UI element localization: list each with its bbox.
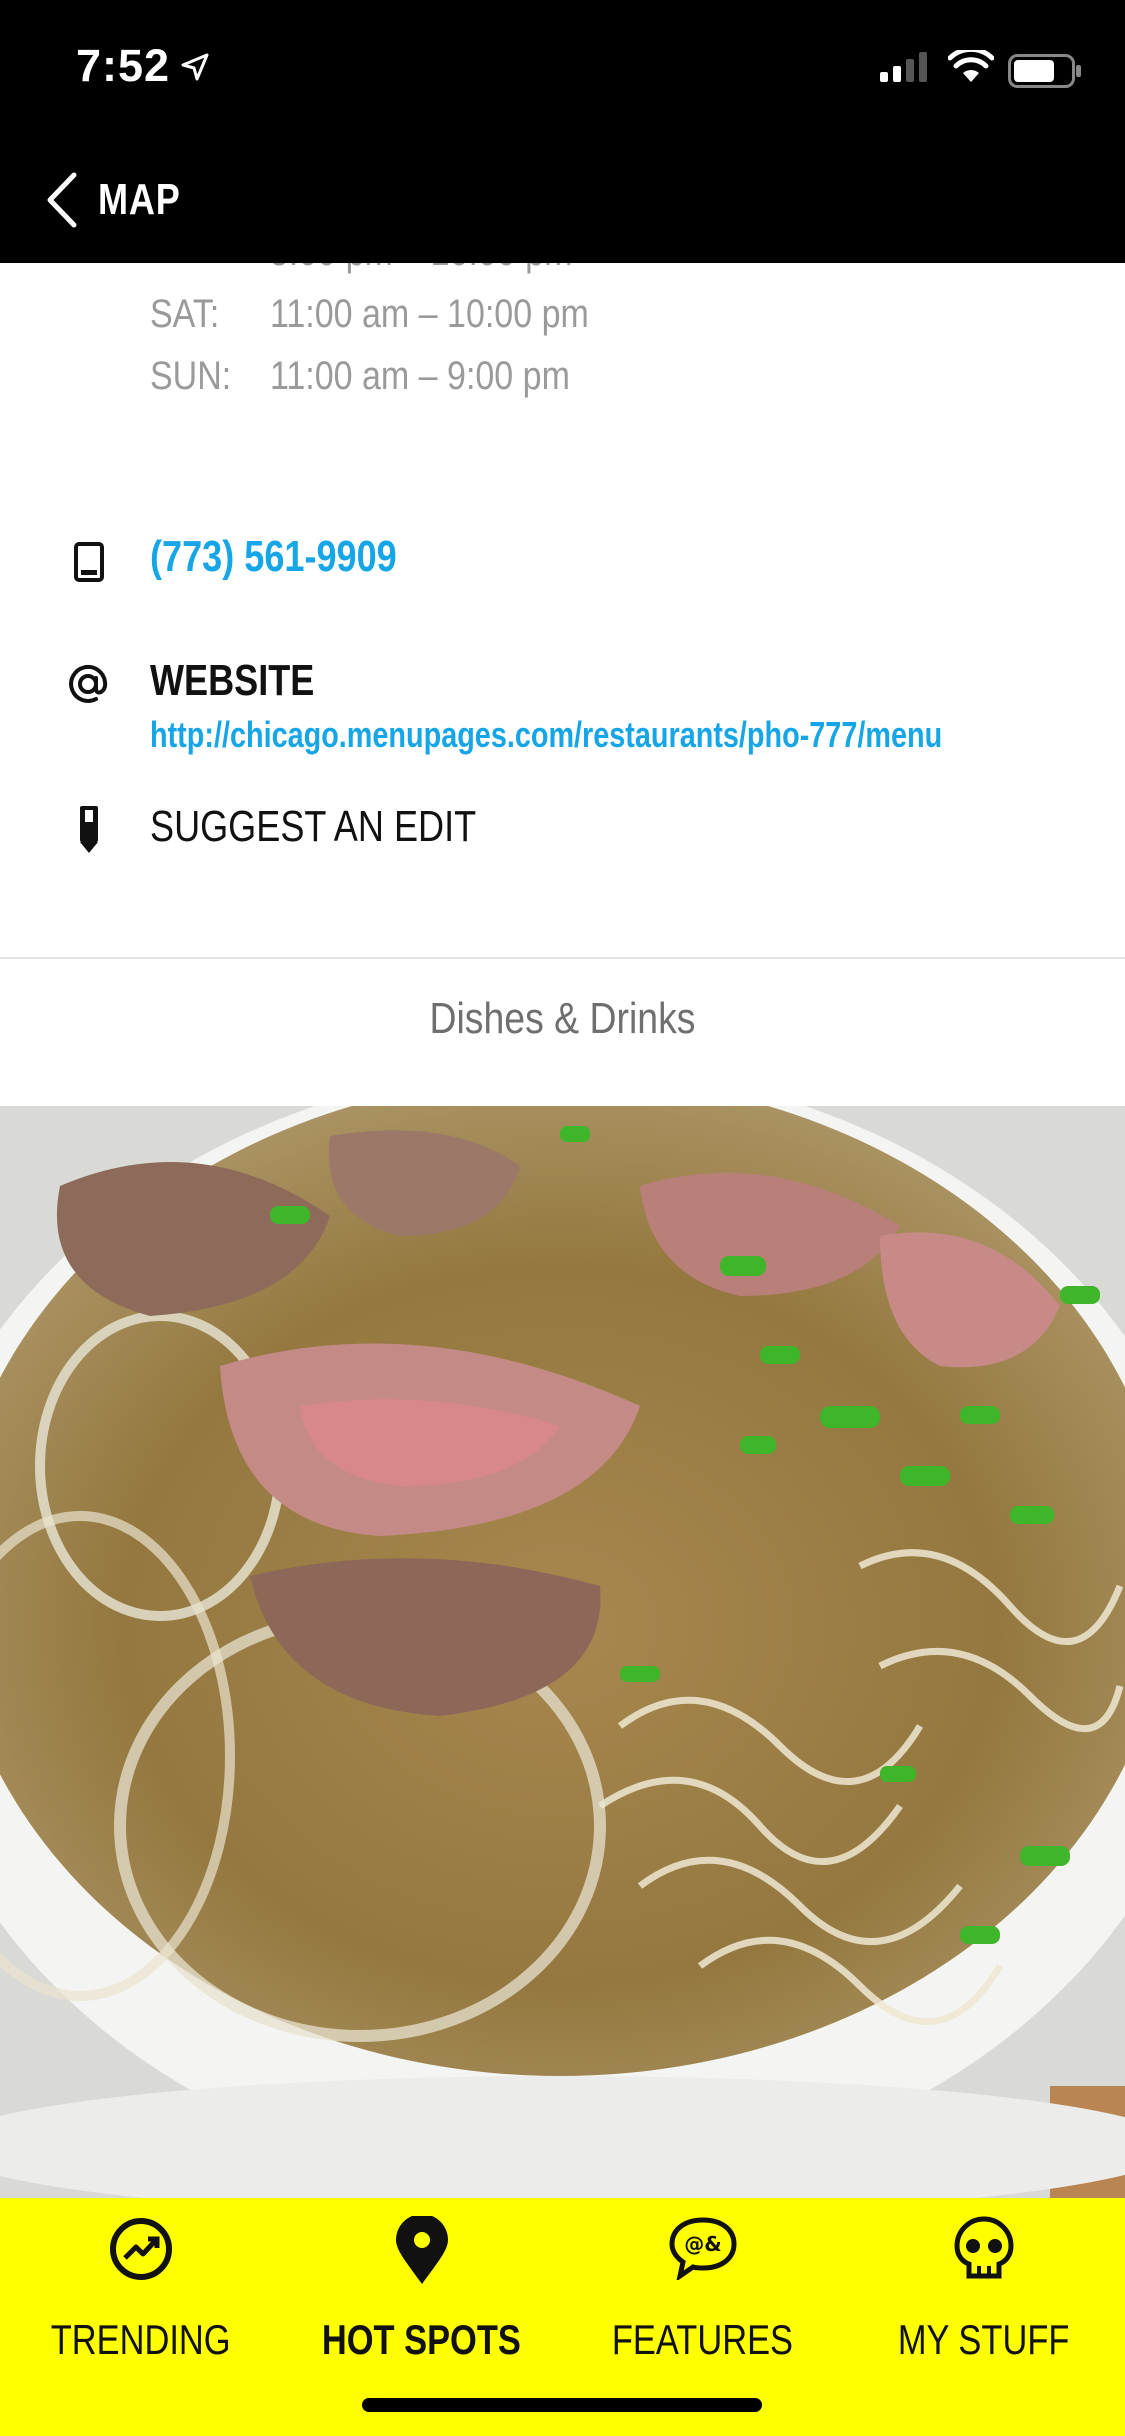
- tab-label: TRENDING: [0, 2316, 281, 2364]
- tab-label: HOT SPOTS: [281, 2316, 562, 2364]
- hours-day: SAT:: [150, 292, 220, 336]
- phone-link[interactable]: (773) 561-9909: [150, 532, 397, 582]
- chat-bubble-icon: @&: [668, 2217, 737, 2280]
- chevron-left-icon: [47, 172, 77, 228]
- tab-my-stuff[interactable]: MY STUFF: [843, 2198, 1124, 2398]
- location-arrow-icon: [181, 53, 209, 81]
- home-indicator[interactable]: [362, 2398, 762, 2412]
- hours-time: 11:00 am – 10:00 pm: [270, 292, 589, 336]
- dish-photo[interactable]: [0, 1106, 1125, 2198]
- phone-icon: [74, 542, 104, 582]
- map-pin-icon: [395, 2216, 448, 2284]
- tab-label: MY STUFF: [843, 2316, 1124, 2364]
- at-sign-icon: [69, 665, 108, 703]
- tab-hot-spots[interactable]: HOT SPOTS: [281, 2198, 562, 2398]
- wifi-icon: [948, 50, 994, 82]
- hours-time: 11:00 am – 9:00 pm: [270, 354, 570, 398]
- hours-row: SAT: 11:00 am – 10:00 pm: [150, 292, 645, 337]
- battery-icon: [1008, 54, 1081, 88]
- back-label: MAP: [98, 175, 181, 224]
- website-link[interactable]: http://chicago.menupages.com/restaurants…: [150, 714, 942, 756]
- back-button[interactable]: MAP: [44, 168, 199, 232]
- section-title-text: Dishes & Drinks: [429, 994, 696, 1043]
- trending-icon: [109, 2218, 172, 2280]
- divider: [0, 957, 1125, 959]
- tab-trending[interactable]: TRENDING: [0, 2198, 281, 2398]
- tab-bar: TRENDING HOT SPOTS @& FEATURES MY STUFF: [0, 2198, 1125, 2436]
- tab-label-text: HOT SPOTS: [321, 2316, 522, 2363]
- tab-label-text: TRENDING: [50, 2316, 231, 2363]
- svg-text:@&: @&: [684, 2232, 721, 2256]
- hours-row: SUN: 11:00 am – 9:00 pm: [150, 354, 623, 399]
- tab-label-text: MY STUFF: [897, 2316, 1070, 2363]
- top-bar: 7:52 MAP: [0, 0, 1125, 263]
- pho-bowl-image: [0, 1106, 1125, 2198]
- tab-features[interactable]: @& FEATURES: [562, 2198, 843, 2398]
- website-label: WEBSITE: [150, 656, 315, 705]
- tab-label-text: FEATURES: [611, 2316, 794, 2363]
- skull-icon: [953, 2216, 1014, 2279]
- status-time: 7:52: [76, 40, 171, 91]
- suggest-edit-button[interactable]: SUGGEST AN EDIT: [150, 802, 476, 852]
- cellular-signal-icon: [880, 52, 927, 82]
- tab-label: FEATURES: [562, 2316, 843, 2364]
- hours-day: SUN:: [150, 354, 232, 398]
- pencil-icon: [80, 806, 98, 853]
- section-title: Dishes & Drinks: [0, 994, 1125, 1044]
